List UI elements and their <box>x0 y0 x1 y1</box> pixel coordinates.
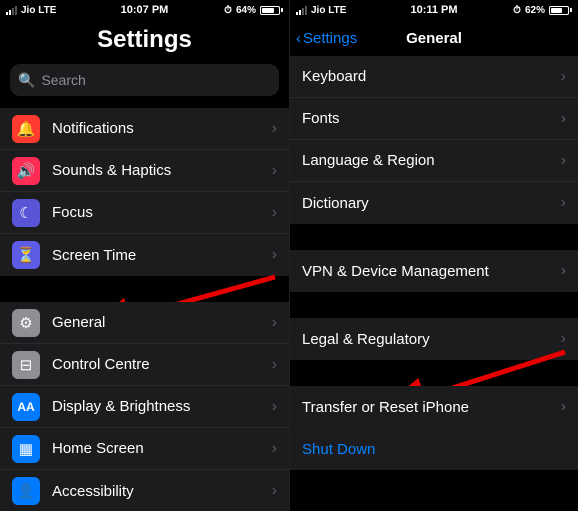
status-bar: Jio LTE 10:07 PM ⏱ 64% <box>0 0 289 20</box>
row-display[interactable]: AA Display & Brightness› <box>0 386 289 428</box>
chevron-right-icon: › <box>561 194 566 212</box>
nav-bar: ‹ Settings General <box>290 20 578 56</box>
clock-label: 10:07 PM <box>0 4 289 16</box>
battery-icon <box>260 6 283 15</box>
battery-icon <box>549 6 572 15</box>
hourglass-icon: ⏳ <box>12 241 40 269</box>
grid-icon: ▦ <box>12 435 40 463</box>
row-label: Legal & Regulatory <box>302 331 561 348</box>
speaker-icon: 🔊 <box>12 157 40 185</box>
shutdown-label: Shut Down <box>302 441 566 458</box>
row-label: Sounds & Haptics <box>52 162 272 179</box>
row-keyboard[interactable]: Keyboard› <box>290 56 578 98</box>
chevron-right-icon: › <box>561 110 566 128</box>
general-screen: Jio LTE 10:11 PM ⏱ 62% ‹ Settings Genera… <box>289 0 578 511</box>
chevron-right-icon: › <box>561 398 566 416</box>
row-label: Screen Time <box>52 247 272 264</box>
row-general[interactable]: ⚙︎ General› <box>0 302 289 344</box>
row-language[interactable]: Language & Region› <box>290 140 578 182</box>
row-label: Accessibility <box>52 483 272 500</box>
chevron-right-icon: › <box>272 398 277 416</box>
row-label: Keyboard <box>302 68 561 85</box>
row-vpn[interactable]: VPN & Device Management› <box>290 250 578 292</box>
bell-icon: 🔔 <box>12 115 40 143</box>
person-icon: 👤 <box>12 477 40 505</box>
row-label: Fonts <box>302 110 561 127</box>
chevron-left-icon: ‹ <box>296 30 301 47</box>
chevron-right-icon: › <box>561 262 566 280</box>
row-label: Control Centre <box>52 356 272 373</box>
chevron-right-icon: › <box>272 120 277 138</box>
row-label: Notifications <box>52 120 272 137</box>
row-label: Dictionary <box>302 195 561 212</box>
row-homescreen[interactable]: ▦ Home Screen› <box>0 428 289 470</box>
row-label: General <box>52 314 272 331</box>
chevron-right-icon: › <box>272 482 277 500</box>
chevron-right-icon: › <box>272 204 277 222</box>
settings-screen: Jio LTE 10:07 PM ⏱ 64% Settings 🔍 Search… <box>0 0 289 511</box>
shutdown-row[interactable]: Shut Down <box>290 428 578 470</box>
chevron-right-icon: › <box>561 68 566 86</box>
aa-icon: AA <box>12 393 40 421</box>
row-label: Language & Region <box>302 152 561 169</box>
switches-icon: ⊟ <box>12 351 40 379</box>
moon-icon: ☾ <box>12 199 40 227</box>
back-button[interactable]: ‹ Settings <box>296 30 357 47</box>
gear-icon: ⚙︎ <box>12 309 40 337</box>
row-transfer[interactable]: Transfer or Reset iPhone› <box>290 386 578 428</box>
chevron-right-icon: › <box>561 330 566 348</box>
chevron-right-icon: › <box>272 356 277 374</box>
chevron-right-icon: › <box>272 440 277 458</box>
row-screentime[interactable]: ⏳ Screen Time› <box>0 234 289 276</box>
row-label: VPN & Device Management <box>302 263 561 280</box>
row-sounds[interactable]: 🔊 Sounds & Haptics› <box>0 150 289 192</box>
page-title: Settings <box>0 20 289 64</box>
search-icon: 🔍 <box>18 72 35 89</box>
row-label: Transfer or Reset iPhone <box>302 399 561 416</box>
row-fonts[interactable]: Fonts› <box>290 98 578 140</box>
chevron-right-icon: › <box>272 162 277 180</box>
row-focus[interactable]: ☾ Focus› <box>0 192 289 234</box>
row-legal[interactable]: Legal & Regulatory› <box>290 318 578 360</box>
search-input[interactable]: 🔍 Search <box>10 64 279 96</box>
chevron-right-icon: › <box>561 152 566 170</box>
row-label: Focus <box>52 204 272 221</box>
clock-label: 10:11 PM <box>290 4 578 16</box>
row-dictionary[interactable]: Dictionary› <box>290 182 578 224</box>
row-label: Display & Brightness <box>52 398 272 415</box>
status-bar: Jio LTE 10:11 PM ⏱ 62% <box>290 0 578 20</box>
chevron-right-icon: › <box>272 314 277 332</box>
row-notifications[interactable]: 🔔 Notifications› <box>0 108 289 150</box>
back-label: Settings <box>303 30 357 47</box>
page-title: General <box>406 30 462 47</box>
row-label: Home Screen <box>52 440 272 457</box>
row-controlcentre[interactable]: ⊟ Control Centre› <box>0 344 289 386</box>
row-accessibility[interactable]: 👤 Accessibility› <box>0 470 289 511</box>
search-placeholder: Search <box>41 72 85 88</box>
chevron-right-icon: › <box>272 246 277 264</box>
